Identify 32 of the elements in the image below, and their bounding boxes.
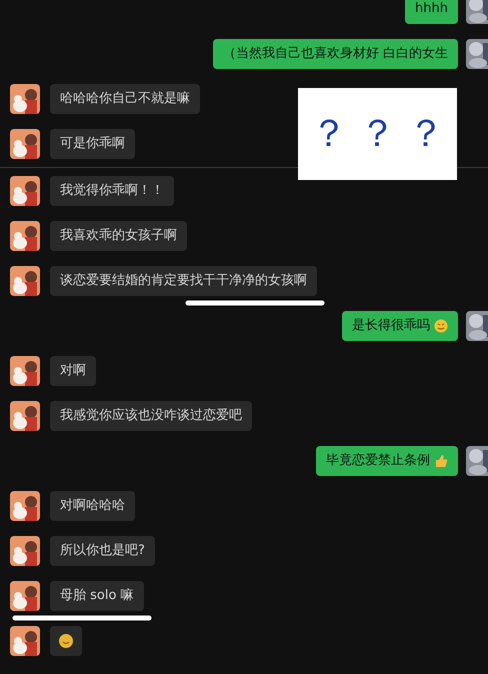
message-bubble: 对啊 [50,356,96,386]
avatar [10,401,40,431]
avatar [466,39,488,69]
avatar [10,536,40,566]
avatar [10,221,40,251]
avatar [10,581,40,611]
avatar [466,311,488,341]
message-bubble: hhhh [405,0,458,24]
message-bubble: 谈恋爱要结婚的肯定要找干干净净的女孩啊 [50,266,317,296]
message-bubble: 我觉得你乖啊！！ [50,176,174,206]
avatar [10,356,40,386]
message-bubble: 母胎 solo 嘛 [50,581,144,611]
sticker-icon [58,633,74,649]
message-bubble: 是长得很乖吗 [342,311,458,341]
question-marks: ？ ？ ？ [310,112,446,156]
message-bubble: 所以你也是吧? [50,536,155,566]
thumbs-up-icon [434,454,448,468]
message-bubble: 我感觉你应该也没咋谈过恋爱吧 [50,401,252,431]
avatar [10,491,40,521]
avatar [10,176,40,206]
emoji-icon [434,319,448,333]
message-bubble: 哈哈哈你自己不就是嘛 [50,84,200,114]
avatar [10,84,40,114]
avatar [466,446,488,476]
avatar [10,129,40,159]
message-bubble: 毕竟恋爱禁止条例 [316,446,458,476]
avatar [10,626,40,656]
message-bubble: 对啊哈哈哈 [50,491,135,521]
message-bubble: 可是你乖啊 [50,129,135,159]
avatar [10,266,40,296]
message-bubble: 我喜欢乖的女孩子啊 [50,221,187,251]
message-bubble: （当然我自己也喜欢身材好 白白的女生 [212,39,458,69]
